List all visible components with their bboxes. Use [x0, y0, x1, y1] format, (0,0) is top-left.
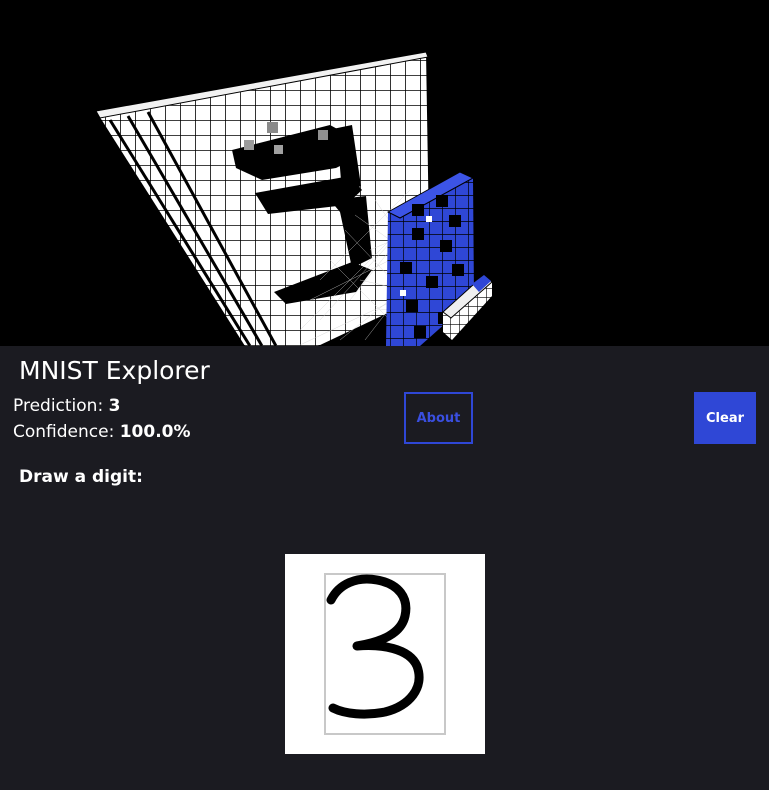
prediction-readout: Prediction: 3 [13, 395, 120, 417]
confidence-label: Confidence: [13, 422, 115, 442]
network-3d-visualization[interactable] [0, 0, 769, 346]
prediction-label: Prediction: [13, 396, 104, 416]
about-button[interactable]: About [404, 392, 473, 444]
draw-prompt: Draw a digit: [19, 467, 143, 487]
control-panel: MNIST Explorer Prediction: 3 Confidence:… [0, 346, 769, 790]
prediction-value: 3 [108, 396, 121, 416]
drawing-canvas[interactable] [285, 554, 485, 754]
app-root: MNIST Explorer Prediction: 3 Confidence:… [0, 0, 769, 790]
clear-button[interactable]: Clear [694, 392, 756, 444]
confidence-value: 100.0% [119, 422, 191, 442]
app-title: MNIST Explorer [19, 356, 210, 385]
confidence-readout: Confidence: 100.0% [13, 421, 191, 443]
drawn-stroke [326, 574, 424, 719]
network-3d-scene [95, 51, 493, 346]
input-layer [95, 51, 430, 346]
drawing-surface [324, 573, 446, 735]
